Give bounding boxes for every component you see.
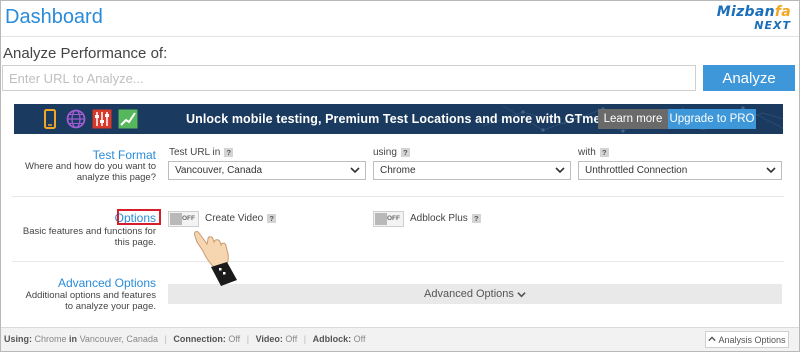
- toggle-state: OFF: [387, 215, 400, 222]
- advanced-options-bar[interactable]: Advanced Options: [168, 284, 782, 304]
- footer-status-bar: Using: Chrome in Vancouver, Canada | Con…: [1, 327, 799, 351]
- banner-icons: [40, 108, 138, 130]
- brand-sub: NEXT: [754, 19, 791, 32]
- help-icon[interactable]: ?: [471, 214, 481, 223]
- learn-more-button[interactable]: Learn more: [598, 109, 668, 129]
- analysis-options-button[interactable]: Analysis Options: [705, 331, 789, 348]
- test-url-in-label: Test URL in ?: [169, 147, 234, 158]
- options-description: Basic features and functions for this pa…: [22, 226, 156, 248]
- toggle-knob: [375, 213, 387, 225]
- brand-accent: fa: [774, 4, 791, 20]
- globe-icon: [66, 109, 86, 129]
- help-icon[interactable]: ?: [267, 214, 277, 223]
- analyze-button[interactable]: Analyze: [703, 65, 795, 91]
- status-summary: Using: Chrome in Vancouver, Canada | Con…: [4, 334, 366, 344]
- url-input[interactable]: [2, 65, 696, 91]
- divider: [12, 196, 784, 197]
- test-format-title: Test Format: [92, 148, 156, 162]
- chevron-up-icon: [708, 335, 717, 341]
- pointer-hand-icon: [194, 231, 237, 286]
- settings-sliders-icon: [92, 109, 112, 129]
- help-icon[interactable]: ?: [224, 148, 234, 157]
- header: Dashboard Mizbanfa NEXT: [1, 1, 799, 37]
- adblock-plus-label: Adblock Plus ?: [410, 213, 481, 224]
- location-select[interactable]: Vancouver, Canada: [168, 161, 366, 180]
- advanced-options-description: Additional options and features to analy…: [25, 290, 156, 312]
- options-highlight-box: [117, 209, 161, 225]
- pro-banner: Unlock mobile testing, Premium Test Loca…: [14, 104, 783, 134]
- toggle-state: OFF: [182, 215, 195, 222]
- page-title: Dashboard: [5, 6, 103, 28]
- advanced-options-title[interactable]: Advanced Options: [40, 276, 156, 290]
- chevron-down-icon: [350, 167, 360, 174]
- browser-select[interactable]: Chrome: [373, 161, 571, 180]
- brand-logo: Mizbanfa NEXT: [716, 4, 791, 32]
- connection-select[interactable]: Unthrottled Connection: [578, 161, 782, 180]
- help-icon[interactable]: ?: [599, 148, 609, 157]
- adblock-plus-toggle[interactable]: OFF: [373, 211, 404, 227]
- analyze-label: Analyze Performance of:: [3, 45, 168, 62]
- mobile-icon: [44, 109, 56, 129]
- chart-line-icon: [118, 109, 138, 129]
- test-format-description: Where and how do you want to analyze thi…: [25, 161, 156, 183]
- divider: [12, 261, 784, 262]
- using-label: using ?: [373, 147, 410, 158]
- chevron-down-icon: [517, 291, 526, 298]
- help-icon[interactable]: ?: [400, 148, 410, 157]
- chevron-down-icon: [766, 167, 776, 174]
- create-video-label: Create Video ?: [205, 213, 277, 224]
- banner-text: Unlock mobile testing, Premium Test Loca…: [186, 112, 652, 126]
- chevron-down-icon: [555, 167, 565, 174]
- toggle-knob: [170, 213, 182, 225]
- with-label: with ?: [578, 147, 609, 158]
- upgrade-pro-button[interactable]: Upgrade to PRO: [668, 109, 756, 129]
- brand-main: Mizban: [716, 4, 775, 20]
